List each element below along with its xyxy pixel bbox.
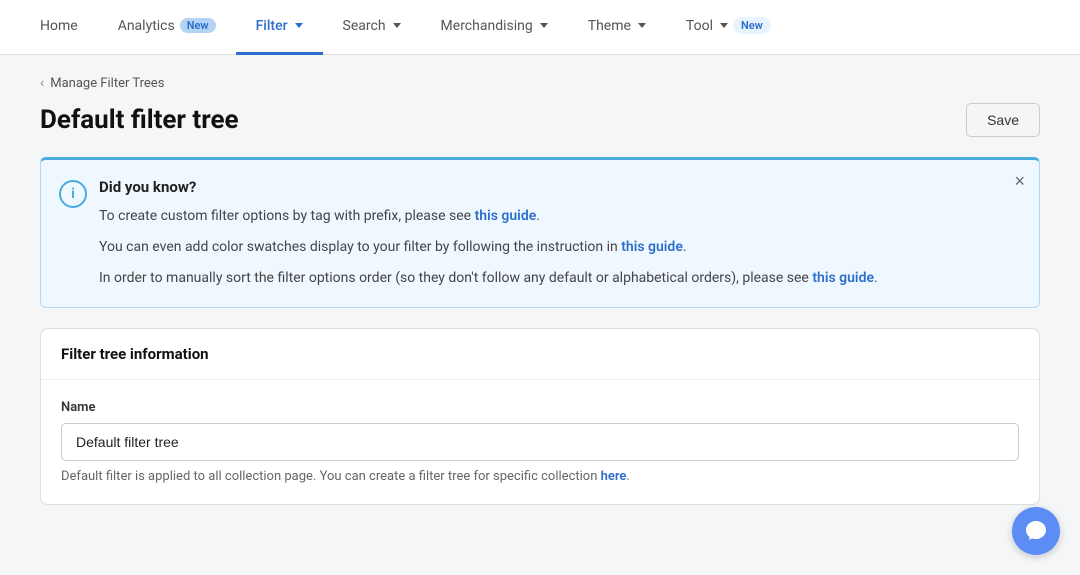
nav-search[interactable]: Search (323, 0, 421, 55)
nav-theme-label: Theme (588, 18, 631, 34)
info-line-3: In order to manually sort the filter opt… (99, 268, 1019, 289)
info-box: i Did you know? To create custom filter … (40, 157, 1040, 308)
nav-merchandising[interactable]: Merchandising (421, 0, 568, 55)
info-icon: i (59, 180, 87, 208)
search-chevron-icon (393, 23, 401, 28)
nav-search-label: Search (343, 18, 386, 34)
nav-home-label: Home (40, 18, 78, 34)
nav-tool-label: Tool (686, 18, 713, 34)
nav-tool[interactable]: Tool New (666, 0, 791, 55)
info-link-1[interactable]: this guide (475, 208, 537, 224)
card-body: Name Default filter is applied to all co… (41, 380, 1039, 504)
info-link-3[interactable]: this guide (812, 270, 874, 286)
breadcrumb-link[interactable]: Manage Filter Trees (50, 76, 164, 91)
save-button[interactable]: Save (966, 103, 1040, 137)
nav-home[interactable]: Home (20, 0, 98, 55)
name-input[interactable] (61, 423, 1019, 461)
nav-analytics[interactable]: Analytics New (98, 0, 236, 55)
theme-chevron-icon (638, 23, 646, 28)
merchandising-chevron-icon (540, 23, 548, 28)
chat-button[interactable] (1012, 507, 1060, 555)
info-line-1: To create custom filter options by tag w… (99, 206, 1019, 227)
info-box-content: Did you know? To create custom filter op… (99, 178, 1019, 289)
nav-filter[interactable]: Filter (236, 0, 323, 55)
breadcrumb-back-arrow: ‹ (40, 75, 44, 91)
tool-badge: New (733, 17, 771, 34)
info-link-2[interactable]: this guide (621, 239, 683, 255)
field-hint: Default filter is applied to all collect… (61, 469, 1019, 484)
breadcrumb[interactable]: ‹ Manage Filter Trees (40, 75, 1040, 91)
info-box-header: i Did you know? To create custom filter … (59, 178, 1019, 289)
info-line-2: You can even add color swatches display … (99, 237, 1019, 258)
hint-link[interactable]: here (601, 469, 627, 484)
nav-theme[interactable]: Theme (568, 0, 666, 55)
tool-chevron-icon (720, 23, 728, 28)
info-box-title: Did you know? (99, 178, 1019, 196)
nav-filter-label: Filter (256, 18, 288, 34)
info-box-close-button[interactable]: × (1014, 172, 1025, 190)
main-content: ‹ Manage Filter Trees Default filter tre… (0, 55, 1080, 525)
analytics-badge: New (180, 18, 216, 33)
page-header: Default filter tree Save (40, 103, 1040, 137)
filter-tree-card: Filter tree information Name Default fil… (40, 328, 1040, 505)
nav-analytics-label: Analytics (118, 18, 175, 34)
name-field-label: Name (61, 400, 1019, 415)
chat-icon (1024, 519, 1048, 543)
page-title: Default filter tree (40, 105, 239, 135)
card-header: Filter tree information (41, 329, 1039, 380)
nav-merchandising-label: Merchandising (441, 18, 533, 34)
main-nav: Home Analytics New Filter Search Merchan… (0, 0, 1080, 55)
filter-chevron-icon (295, 23, 303, 28)
